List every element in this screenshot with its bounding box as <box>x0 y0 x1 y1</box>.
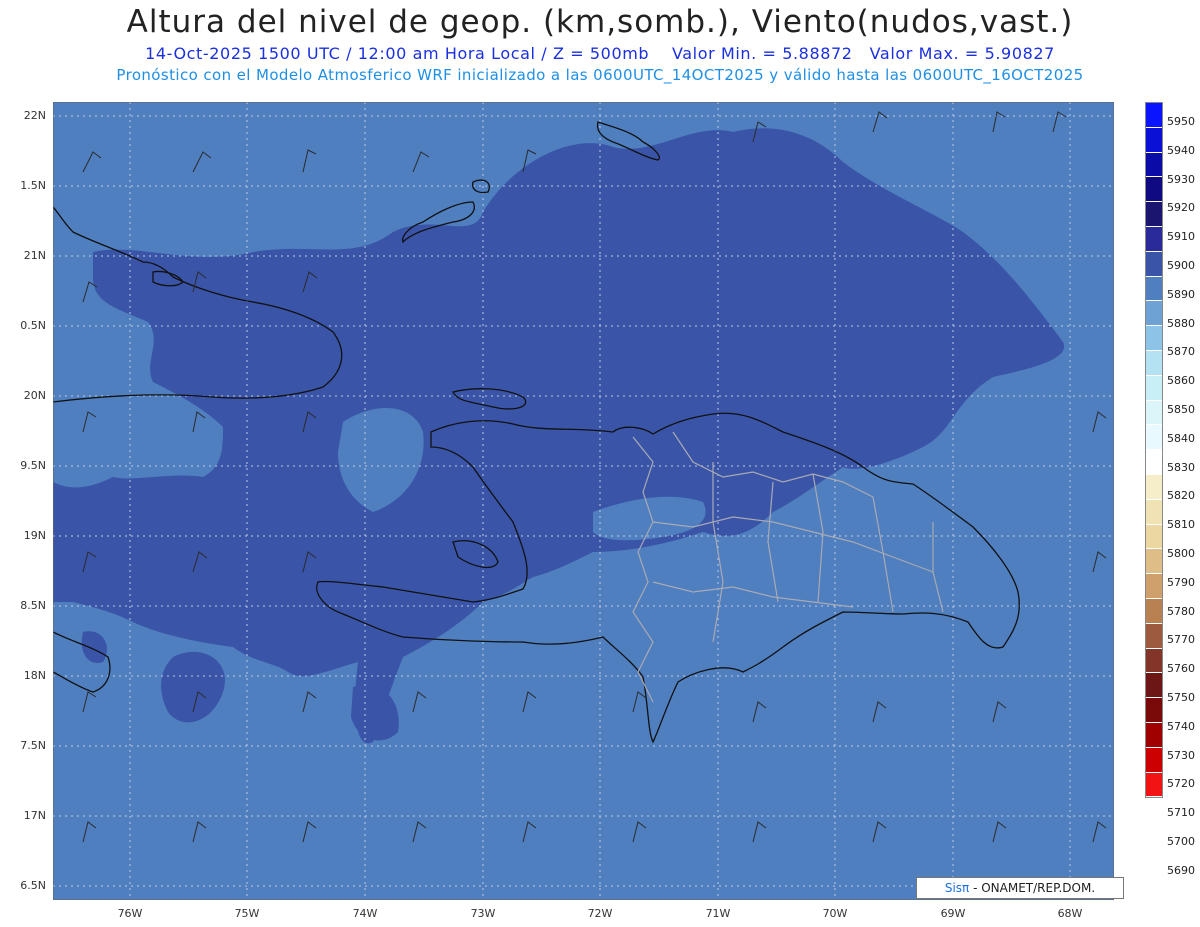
colorbar-label: 5730 <box>1167 748 1195 762</box>
colorbar-label: 5750 <box>1167 691 1195 704</box>
colorbar-segment <box>1146 623 1162 649</box>
colorbar-label: 5780 <box>1167 604 1195 618</box>
colorbar-segment <box>1146 425 1162 451</box>
colorbar-segment <box>1146 598 1162 624</box>
colorbar-segment <box>1146 499 1162 525</box>
credit-box: Sisπ - ONAMET/REP.DOM. <box>916 877 1124 899</box>
colorbar-label: 5810 <box>1167 518 1195 532</box>
colorbar-segment <box>1146 574 1162 599</box>
colorbar-label: 5910 <box>1167 230 1195 244</box>
lon-label: 75W <box>234 907 260 920</box>
lat-label: 6.5N <box>20 879 46 892</box>
colorbar-label: 5710 <box>1167 806 1195 820</box>
colorbar-label: 5800 <box>1167 547 1195 560</box>
colorbar-segment <box>1146 698 1162 723</box>
colorbar-label: 5700 <box>1167 835 1195 848</box>
colorbar-segment <box>1146 474 1162 500</box>
colorbar-label: 5850 <box>1167 403 1195 416</box>
colorbar-label: 5690 <box>1167 863 1195 877</box>
lat-label: 22N <box>23 109 46 122</box>
min-value: Valor Min. = 5.88872 <box>671 44 853 63</box>
colorbar-label: 5930 <box>1167 172 1195 186</box>
colorbar-label: 5860 <box>1167 374 1195 388</box>
lat-label: 7.5N <box>20 739 46 752</box>
colorbar-label: 5820 <box>1167 489 1195 503</box>
sis-logo: Sisπ <box>944 881 970 895</box>
lon-label: 70W <box>822 907 848 920</box>
lon-label: 73W <box>470 907 496 920</box>
colorbar-segment <box>1146 375 1162 401</box>
colorbar-label: 5790 <box>1167 575 1195 589</box>
colorbar-segment <box>1146 301 1162 327</box>
colorbar-segment <box>1146 524 1162 550</box>
colorbar-label: 5870 <box>1167 345 1195 359</box>
colorbar-label: 5880 <box>1167 316 1195 330</box>
colorbar-label: 5770 <box>1167 633 1195 647</box>
colorbar-segment <box>1146 276 1162 302</box>
colorbar-segment <box>1146 326 1162 351</box>
lat-label: 9.5N <box>20 459 46 472</box>
lat-label: 0.5N <box>20 319 46 332</box>
colorbar-segment <box>1146 103 1162 128</box>
model-info: Pronóstico con el Modelo Atmosferico WRF… <box>116 66 1084 84</box>
colorbar-label: 5740 <box>1167 719 1195 733</box>
colorbar-segment <box>1146 350 1162 376</box>
colorbar-segment <box>1146 251 1162 277</box>
lon-label: 76W <box>117 907 143 920</box>
lat-label: 20N <box>23 389 46 402</box>
lon-label: 68W <box>1057 907 1083 920</box>
lat-label: 21N <box>23 249 46 262</box>
colorbar-segment <box>1146 747 1162 773</box>
colorbar-label: 5840 <box>1167 431 1195 445</box>
lon-label: 69W <box>940 907 966 920</box>
colorbar-label: 5950 <box>1167 115 1195 128</box>
lon-label: 74W <box>352 907 378 920</box>
max-value: Valor Max. = 5.90827 <box>869 44 1055 63</box>
colorbar-segment <box>1146 226 1162 252</box>
colorbar-label: 5900 <box>1167 259 1195 272</box>
colorbar-label: 5830 <box>1167 460 1195 474</box>
colorbar-label: 5890 <box>1167 287 1195 301</box>
geopotential-map <box>53 102 1114 900</box>
colorbar-label: 5940 <box>1167 143 1195 157</box>
valid-time: 14-Oct-2025 1500 UTC / 12:00 am Hora Loc… <box>145 44 650 63</box>
lon-label: 72W <box>587 907 613 920</box>
colorbar-segment <box>1146 673 1162 699</box>
colorbar-segment <box>1146 722 1162 748</box>
forecast-subtitle: 14-Oct-2025 1500 UTC / 12:00 am Hora Loc… <box>0 44 1200 63</box>
map-title: Altura del nivel de geop. (km,somb.), Vi… <box>126 4 1074 40</box>
lat-label: 17N <box>23 809 46 822</box>
colorbar-segment <box>1146 450 1162 475</box>
colorbar-segment <box>1146 549 1162 575</box>
lat-label: 18N <box>23 669 46 682</box>
colorbar-segment <box>1146 772 1162 798</box>
colorbar-segment <box>1146 202 1162 227</box>
colorbar-label: 5720 <box>1167 777 1195 791</box>
colorbar-segment <box>1146 127 1162 153</box>
colorbar <box>1145 102 1163 799</box>
colorbar-segment <box>1146 152 1162 178</box>
lon-label: 71W <box>705 907 731 920</box>
lat-label: 19N <box>23 529 46 542</box>
colorbar-segment <box>1146 400 1162 426</box>
lat-label: 8.5N <box>20 599 46 612</box>
lat-label: 1.5N <box>20 179 46 192</box>
colorbar-segment <box>1146 648 1162 674</box>
colorbar-label: 5920 <box>1167 201 1195 215</box>
colorbar-label: 5760 <box>1167 662 1195 676</box>
colorbar-segment <box>1146 177 1162 203</box>
credit-text: - ONAMET/REP.DOM. <box>969 881 1096 895</box>
